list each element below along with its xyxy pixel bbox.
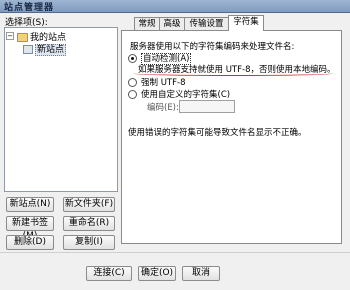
site-tree[interactable]: − 我的站点 新站点 bbox=[4, 27, 118, 192]
cancel-button[interactable]: 取消 bbox=[182, 266, 220, 281]
charset-warning: 使用错误的字符集可能导致文件名显示不正确。 bbox=[128, 128, 307, 138]
window-title: 站点管理器 bbox=[4, 3, 55, 13]
radio-icon[interactable] bbox=[128, 78, 137, 87]
encoding-label: 编码(E): bbox=[147, 103, 179, 113]
tab-advanced[interactable]: 高级 bbox=[159, 17, 185, 30]
new-site-button[interactable]: 新站点(N) bbox=[6, 197, 54, 212]
new-bookmark-button[interactable]: 新建书签(M) bbox=[6, 216, 54, 241]
tab-transfer-settings[interactable]: 传输设置 bbox=[184, 17, 229, 30]
option-label: 使用自定义的字符集(C) bbox=[141, 90, 231, 100]
tree-item-new-site[interactable]: 新站点 bbox=[23, 42, 67, 56]
ok-button[interactable]: 确定(O) bbox=[138, 266, 176, 281]
radio-selected-icon[interactable] bbox=[128, 54, 137, 63]
rename-button[interactable]: 重命名(R) bbox=[63, 216, 115, 231]
delete-button[interactable]: 删除(D) bbox=[6, 235, 54, 250]
site-manager-window: 站点管理器 选择项(S): − 我的站点 新站点 新站点(N) 新文件夹(F) … bbox=[0, 0, 350, 290]
option-custom-charset[interactable]: 使用自定义的字符集(C) bbox=[128, 88, 230, 100]
radio-icon[interactable] bbox=[128, 90, 137, 99]
option-force-utf8[interactable]: 强制 UTF-8 bbox=[128, 76, 185, 88]
option-label: 强制 UTF-8 bbox=[141, 78, 186, 88]
encoding-input[interactable] bbox=[179, 100, 235, 113]
tree-item-my-sites[interactable]: − 我的站点 bbox=[6, 30, 66, 43]
site-icon bbox=[23, 45, 33, 54]
charset-heading: 服务器使用以下的字符集编码来处理文件名: bbox=[130, 42, 295, 52]
connect-button[interactable]: 连接(C) bbox=[86, 266, 132, 281]
tab-charset[interactable]: 字符集 bbox=[228, 15, 264, 31]
folder-icon bbox=[17, 33, 28, 42]
footer-divider bbox=[0, 252, 350, 253]
tab-general[interactable]: 常规 bbox=[134, 17, 160, 30]
collapse-icon[interactable]: − bbox=[6, 32, 14, 40]
new-folder-button[interactable]: 新文件夹(F) bbox=[63, 197, 115, 212]
title-bar[interactable]: 站点管理器 bbox=[0, 0, 350, 13]
tree-item-label: 新站点 bbox=[35, 44, 67, 56]
copy-button[interactable]: 复制(I) bbox=[63, 235, 115, 250]
